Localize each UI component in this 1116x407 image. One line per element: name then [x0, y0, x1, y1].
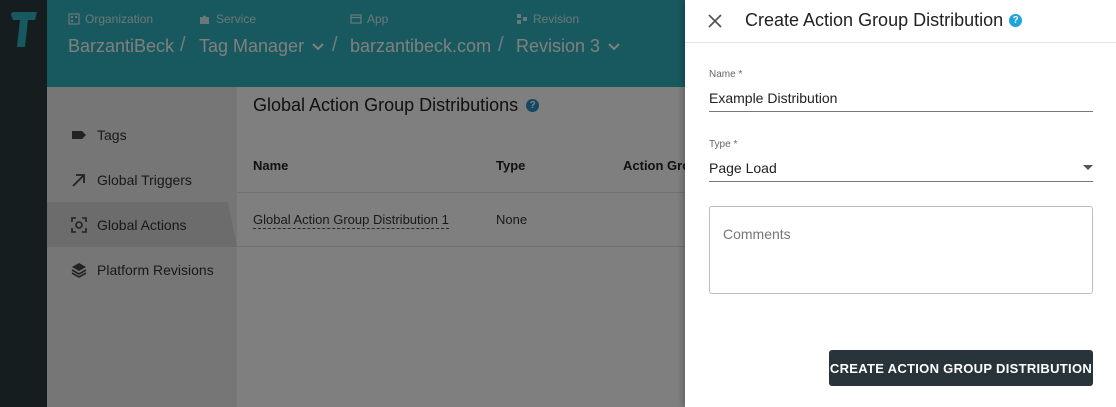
comments-field[interactable]	[709, 206, 1093, 294]
dropdown-arrow-icon[interactable]	[1083, 165, 1093, 170]
drawer-title: Create Action Group Distribution ?	[745, 10, 1023, 31]
modal-backdrop[interactable]	[0, 0, 685, 407]
name-field[interactable]	[709, 90, 1093, 112]
drawer-title-text: Create Action Group Distribution	[745, 10, 1004, 30]
type-field-label: Type *	[709, 139, 738, 150]
type-select[interactable]: Page Load	[709, 160, 1093, 182]
close-icon[interactable]	[705, 11, 725, 31]
name-field-label: Name *	[709, 69, 743, 80]
create-distribution-button[interactable]: CREATE ACTION GROUP DISTRIBUTION	[829, 350, 1093, 386]
create-distribution-drawer: Create Action Group Distribution ? Name …	[685, 0, 1116, 407]
help-icon[interactable]: ?	[1009, 14, 1023, 27]
type-select-value: Page Load	[709, 160, 777, 176]
drawer-header: Create Action Group Distribution ?	[685, 0, 1116, 43]
